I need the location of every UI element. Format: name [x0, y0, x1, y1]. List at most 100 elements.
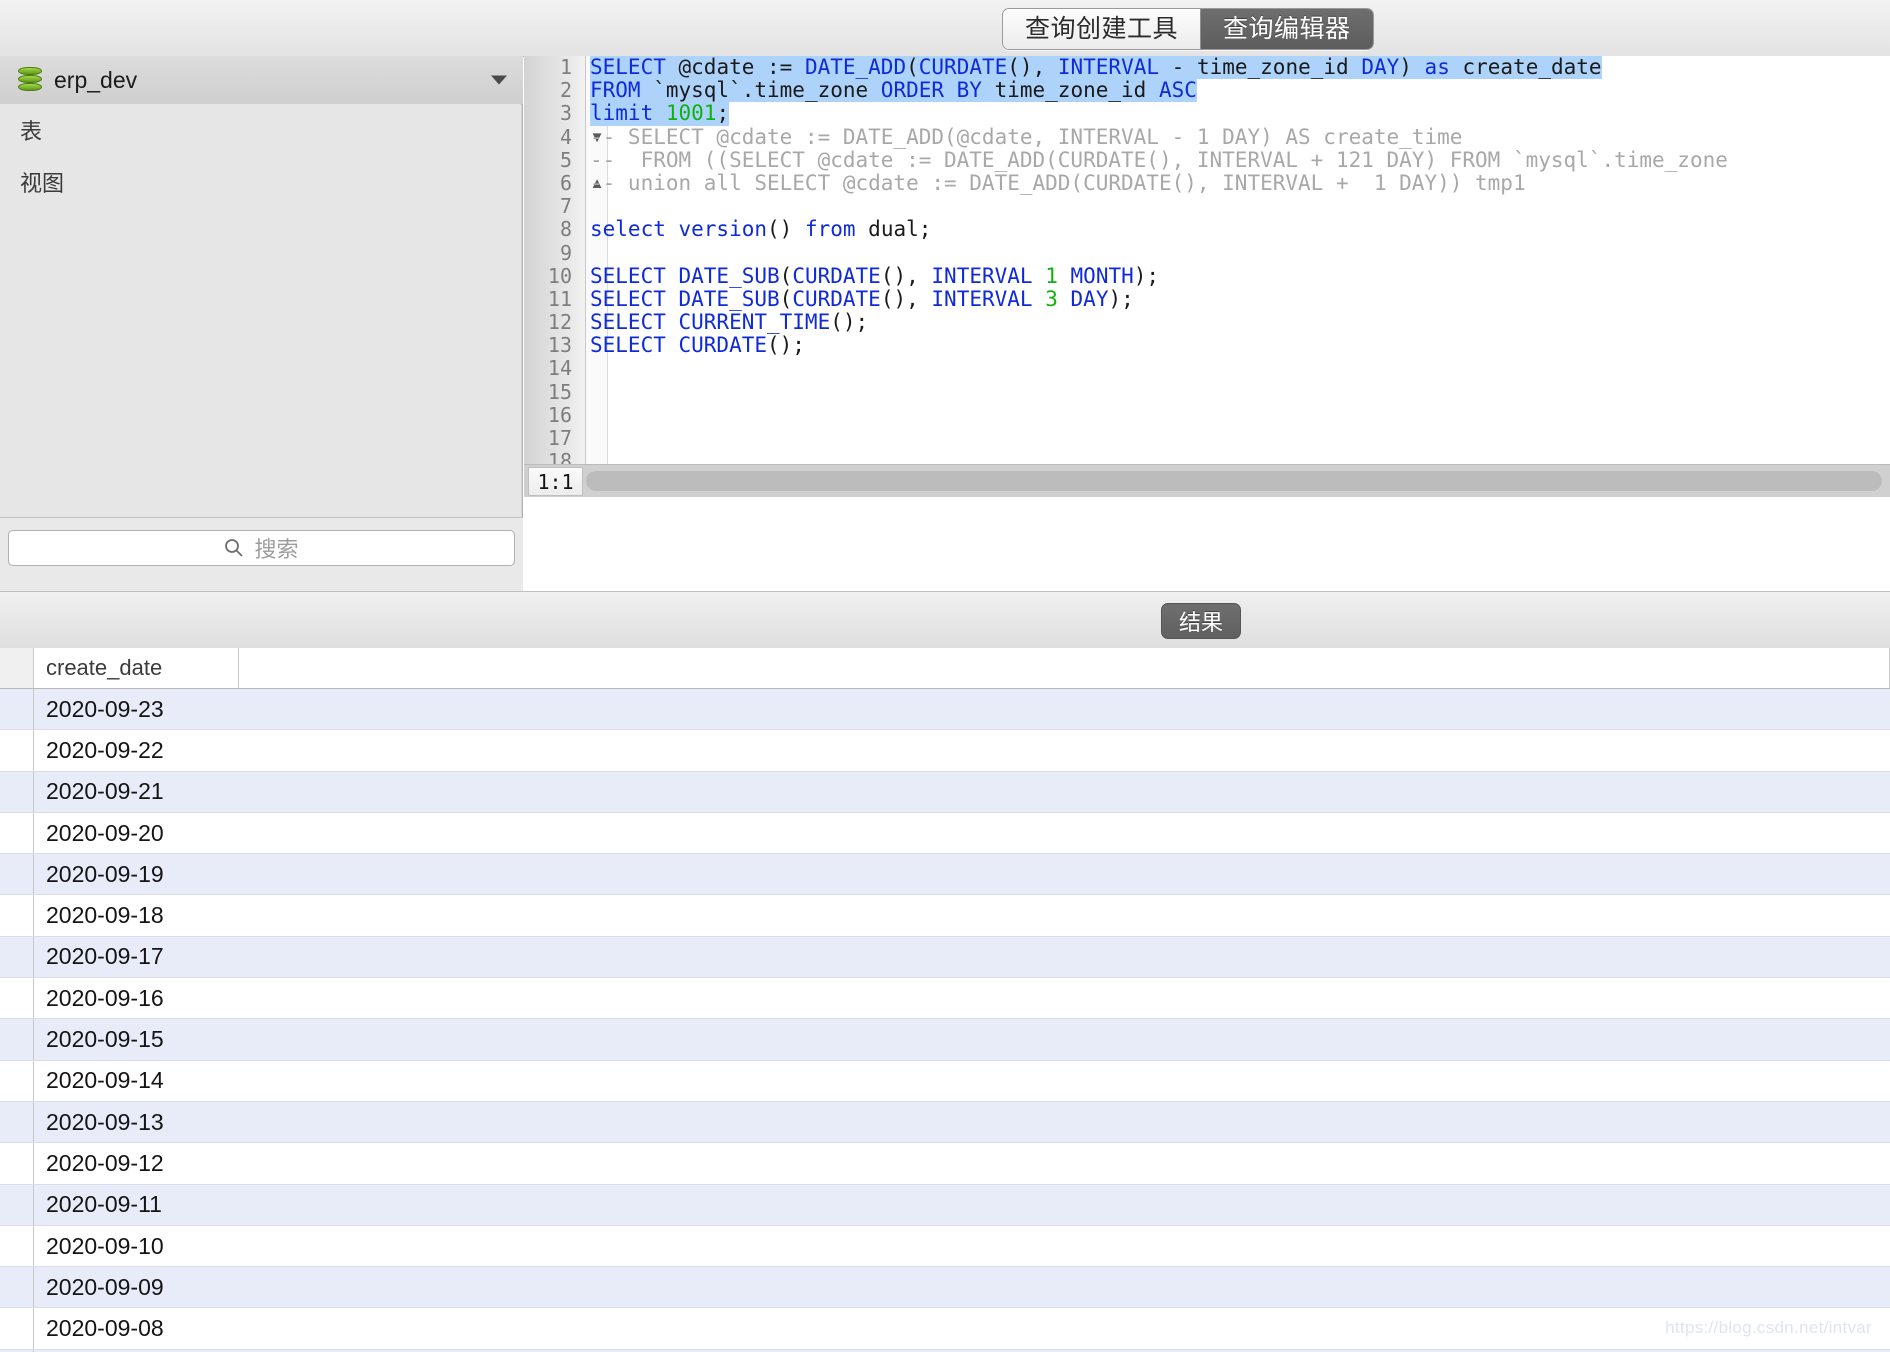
table-cell[interactable]: 2020-09-18: [34, 895, 239, 935]
table-row[interactable]: 2020-09-17: [0, 936, 1890, 979]
code-line[interactable]: 11 SELECT DATE_SUB(CURDATE(), INTERVAL 3 …: [524, 287, 1890, 311]
table-cell-filler: [239, 1226, 1890, 1266]
table-row[interactable]: 2020-09-16: [0, 978, 1890, 1020]
table-row[interactable]: 2020-09-11: [0, 1184, 1890, 1226]
table-row[interactable]: 2020-09-09: [0, 1267, 1890, 1309]
table-row[interactable]: 2020-09-15: [0, 1019, 1890, 1061]
code-line[interactable]: 7: [524, 194, 1890, 218]
table-row[interactable]: 2020-09-14: [0, 1060, 1890, 1102]
results-grid-header: create_date: [0, 648, 1890, 689]
table-row[interactable]: 2020-09-19: [0, 854, 1890, 896]
cursor-position-indicator: 1:1: [528, 467, 583, 496]
table-cell[interactable]: 2020-09-22: [34, 730, 239, 770]
database-selector[interactable]: erp_dev: [0, 56, 523, 105]
results-grid[interactable]: create_date 2020-09-23 2020-09-22 2020-09-…: [0, 648, 1890, 1352]
schema-tree[interactable]: 表视图: [0, 104, 521, 518]
chevron-down-icon[interactable]: [491, 75, 507, 85]
table-row[interactable]: 2020-09-12: [0, 1143, 1890, 1185]
tab-query-editor[interactable]: 查询编辑器: [1200, 9, 1373, 49]
table-row[interactable]: 2020-09-08: [0, 1308, 1890, 1350]
row-number-cell[interactable]: [0, 730, 34, 771]
line-number: 4: [559, 124, 572, 149]
row-number-cell[interactable]: [0, 1060, 34, 1101]
code-token: CURDATE: [792, 263, 881, 288]
code-text[interactable]: SELECT @cdate := DATE_ADD(CURDATE(), INT…: [590, 56, 1602, 80]
code-area[interactable]: 1 SELECT @cdate := DATE_ADD(CURDATE(), IN…: [524, 56, 1890, 464]
table-row[interactable]: 2020-09-10: [0, 1225, 1890, 1268]
search-input[interactable]: 搜索: [8, 530, 515, 566]
table-row[interactable]: 2020-09-22: [0, 730, 1890, 772]
table-row[interactable]: 2020-09-18: [0, 895, 1890, 937]
table-cell[interactable]: 2020-09-21: [34, 772, 239, 812]
code-line[interactable]: 9: [524, 241, 1890, 265]
table-cell-filler: [239, 1061, 1890, 1101]
code-token: FROM: [590, 78, 641, 103]
table-cell[interactable]: 2020-09-16: [34, 978, 239, 1018]
table-row[interactable]: 2020-09-13: [0, 1101, 1890, 1144]
table-cell[interactable]: 2020-09-14: [34, 1061, 239, 1101]
row-number-cell[interactable]: [0, 1225, 34, 1267]
code-line[interactable]: 8 select version() from dual;: [524, 218, 1890, 241]
code-line[interactable]: 17: [524, 426, 1890, 450]
editor-horizontal-scrollbar[interactable]: [586, 471, 1882, 491]
row-number-cell[interactable]: [0, 1184, 34, 1225]
code-line[interactable]: 18: [524, 449, 1890, 464]
code-text[interactable]: -- union all SELECT @cdate := DATE_ADD(C…: [590, 171, 1526, 195]
row-number-cell[interactable]: [0, 1308, 34, 1349]
table-cell[interactable]: 2020-09-08: [34, 1308, 239, 1348]
code-line[interactable]: 2 FROM `mysql`.time_zone ORDER BY time_zo…: [524, 78, 1890, 103]
tab-query-builder[interactable]: 查询创建工具: [1003, 9, 1201, 49]
row-number-cell[interactable]: [0, 936, 34, 978]
schema-tree-item-0[interactable]: 表: [0, 104, 521, 156]
row-number-cell[interactable]: [0, 978, 34, 1019]
table-cell[interactable]: 2020-09-11: [34, 1185, 239, 1225]
code-text[interactable]: SELECT DATE_SUB(CURDATE(), INTERVAL 3 DA…: [590, 287, 1134, 311]
code-text[interactable]: select version() from dual;: [590, 218, 931, 241]
table-cell[interactable]: 2020-09-12: [34, 1143, 239, 1183]
table-cell[interactable]: 2020-09-10: [34, 1226, 239, 1266]
code-line[interactable]: 3 limit 1001;: [524, 102, 1890, 126]
table-row[interactable]: 2020-09-21: [0, 771, 1890, 813]
code-line[interactable]: 16: [524, 403, 1890, 427]
row-number-cell[interactable]: [0, 1143, 34, 1184]
row-number-cell[interactable]: [0, 1019, 34, 1060]
table-cell[interactable]: 2020-09-19: [34, 854, 239, 894]
code-text[interactable]: SELECT DATE_SUB(CURDATE(), INTERVAL 1 MO…: [590, 263, 1159, 288]
code-text[interactable]: SELECT CURRENT_TIME();: [590, 310, 868, 334]
code-text[interactable]: FROM `mysql`.time_zone ORDER BY time_zon…: [590, 78, 1197, 103]
code-line[interactable]: 14: [524, 357, 1890, 380]
table-cell[interactable]: 2020-09-13: [34, 1102, 239, 1142]
row-number-cell[interactable]: [0, 771, 34, 812]
table-cell[interactable]: 2020-09-23: [34, 689, 239, 729]
column-header-0[interactable]: create_date: [34, 648, 239, 688]
code-text[interactable]: SELECT CURDATE();: [590, 334, 805, 357]
row-number-cell[interactable]: [0, 854, 34, 895]
sql-editor[interactable]: 1 SELECT @cdate := DATE_ADD(CURDATE(), IN…: [524, 56, 1890, 464]
row-number-cell[interactable]: [0, 812, 34, 854]
results-tab-button[interactable]: 结果: [1161, 603, 1242, 639]
code-line[interactable]: 1 SELECT @cdate := DATE_ADD(CURDATE(), IN…: [524, 56, 1890, 80]
table-row[interactable]: 2020-09-23: [0, 689, 1890, 731]
code-line[interactable]: 5 -- FROM ((SELECT @cdate := DATE_ADD(CUR…: [524, 148, 1890, 172]
code-text[interactable]: -- FROM ((SELECT @cdate := DATE_ADD(CURD…: [590, 148, 1728, 172]
table-cell[interactable]: 2020-09-15: [34, 1019, 239, 1059]
code-line[interactable]: 12 SELECT CURRENT_TIME();: [524, 310, 1890, 334]
table-cell[interactable]: 2020-09-17: [34, 937, 239, 977]
table-row[interactable]: 2020-09-20: [0, 812, 1890, 855]
table-cell[interactable]: 2020-09-20: [34, 813, 239, 853]
code-line[interactable]: 10 SELECT DATE_SUB(CURDATE(), INTERVAL 1 …: [524, 263, 1890, 288]
row-number-cell[interactable]: [0, 1101, 34, 1143]
schema-tree-item-1[interactable]: 视图: [0, 156, 521, 208]
code-line[interactable]: 15: [524, 380, 1890, 404]
code-line[interactable]: 4 ▼ -- SELECT @cdate := DATE_ADD(@cdate, I…: [524, 124, 1890, 149]
row-number-cell[interactable]: [0, 1267, 34, 1308]
row-number-cell[interactable]: [0, 689, 34, 730]
results-grid-body[interactable]: 2020-09-23 2020-09-22 2020-09-21 2020-09-20…: [0, 689, 1890, 1352]
code-line[interactable]: 13 SELECT CURDATE();: [524, 334, 1890, 357]
code-text[interactable]: limit 1001;: [590, 102, 730, 126]
mode-segmented-control[interactable]: 查询创建工具 查询编辑器: [1002, 8, 1374, 50]
table-cell[interactable]: 2020-09-09: [34, 1267, 239, 1307]
code-line[interactable]: 6 ▲ -- union all SELECT @cdate := DATE_ADD…: [524, 171, 1890, 195]
row-number-cell[interactable]: [0, 895, 34, 936]
code-text[interactable]: -- SELECT @cdate := DATE_ADD(@cdate, INT…: [590, 125, 1462, 149]
